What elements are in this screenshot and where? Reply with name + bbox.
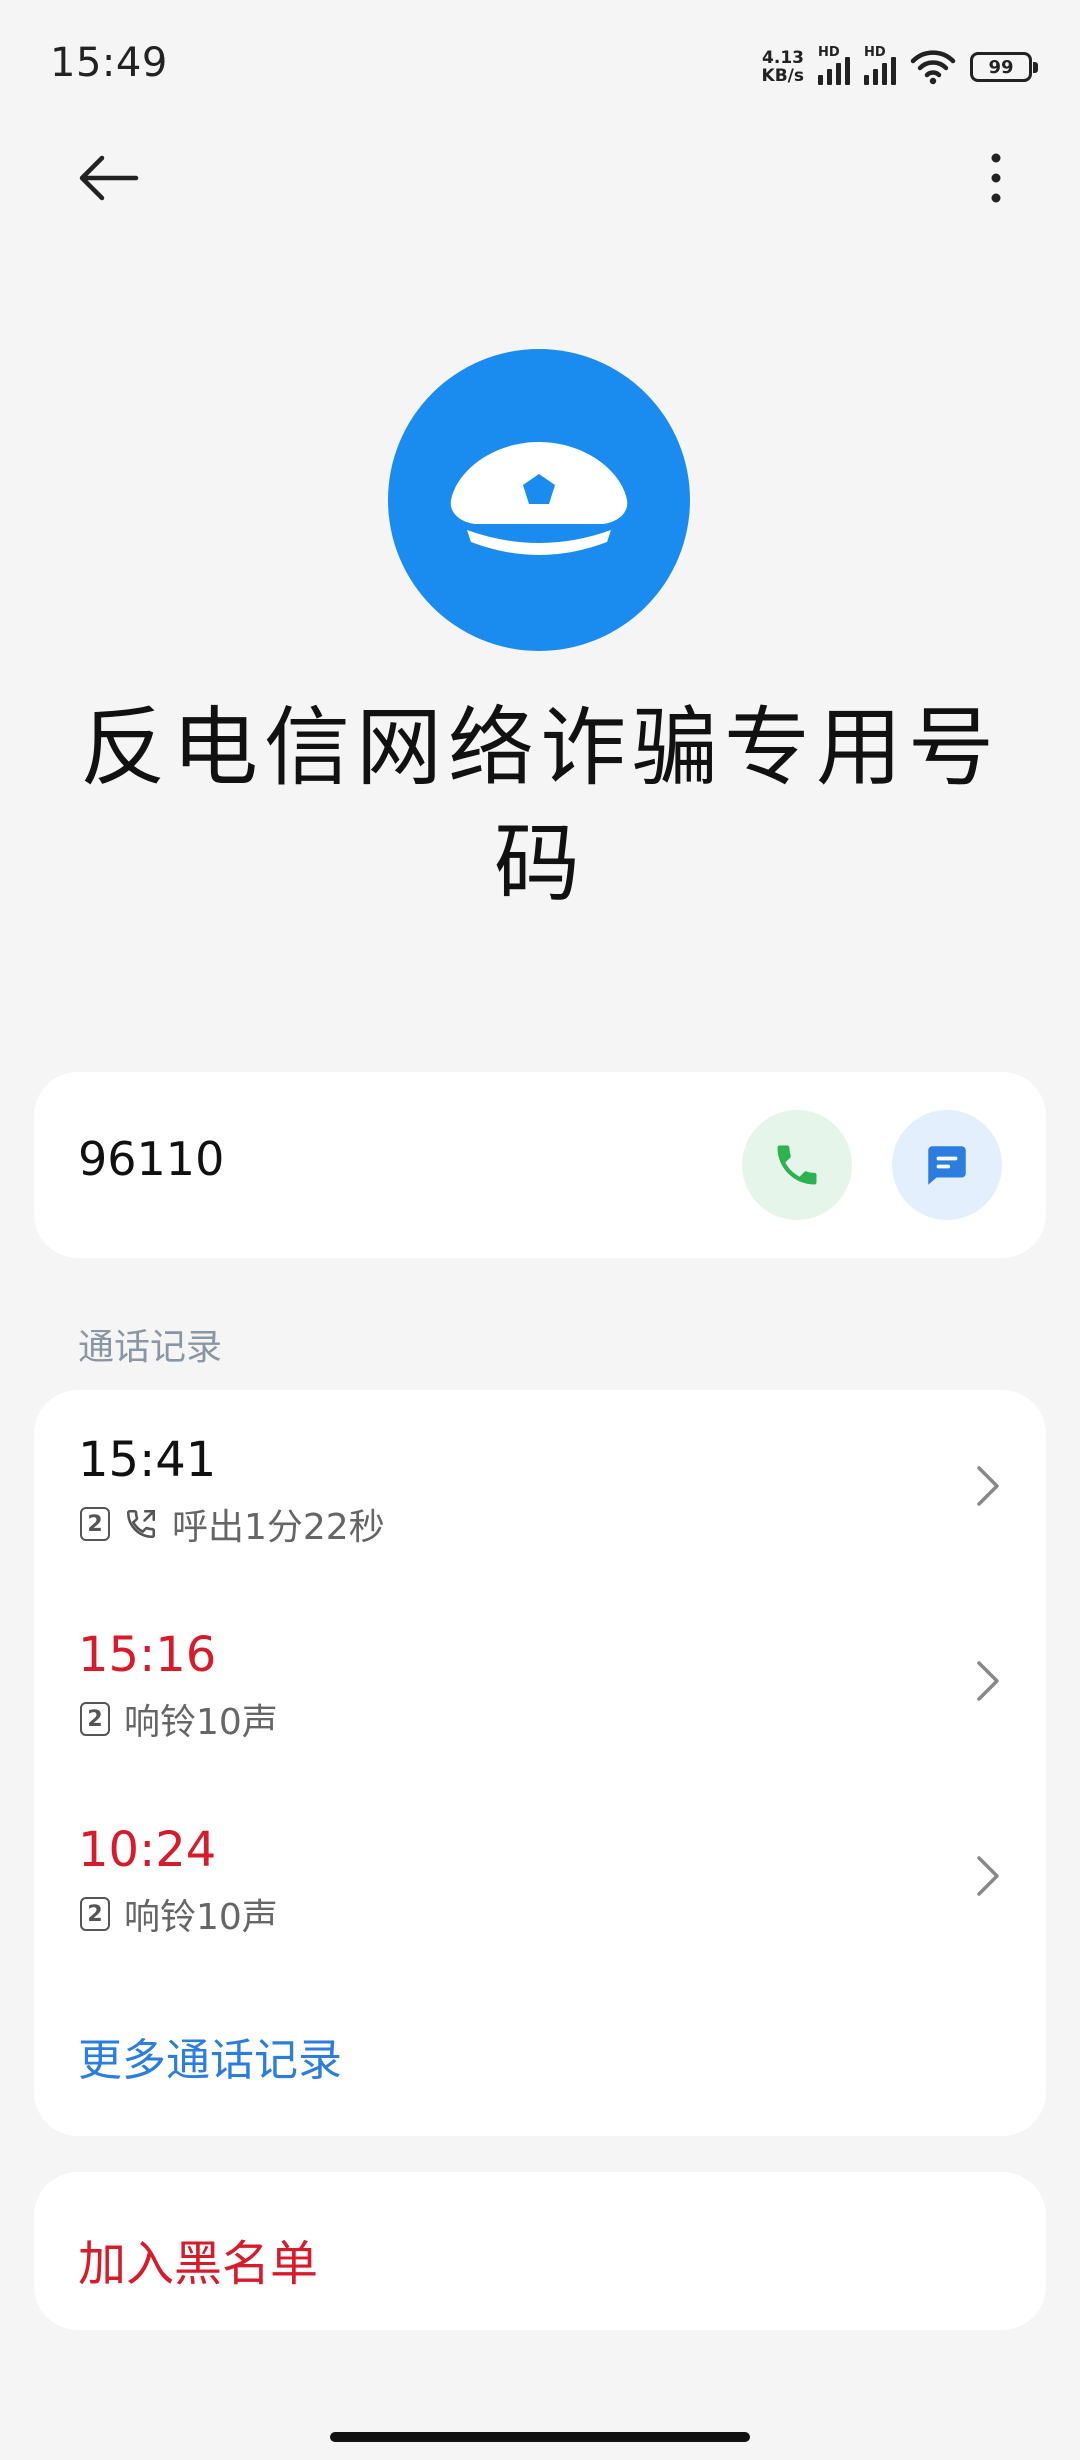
contact-name: 反电信网络诈骗专用号码	[80, 698, 1000, 914]
contact-avatar	[388, 349, 690, 651]
signal-sim1-icon: HD	[818, 45, 850, 85]
network-speed-value: 4.13	[762, 48, 804, 68]
chevron-right-icon	[968, 1848, 1008, 1904]
call-detail: 响铃10声	[124, 1702, 278, 1743]
call-time: 15:41	[78, 1432, 217, 1488]
back-button[interactable]	[68, 138, 148, 218]
sim-card-icon: 2	[80, 1897, 110, 1931]
message-icon	[928, 1146, 966, 1185]
call-detail-row: 2 呼出1分22秒	[80, 1502, 385, 1548]
phone-icon	[777, 1145, 817, 1185]
sim-card-icon: 2	[80, 1507, 110, 1541]
call-button[interactable]	[742, 1110, 852, 1220]
call-detail-row: 2 响铃10声	[80, 1697, 278, 1743]
wifi-icon	[910, 50, 956, 85]
network-speed: 4.13 KB/s	[762, 49, 804, 85]
phone-number[interactable]: 96110	[78, 1132, 224, 1186]
arrow-left-icon	[79, 155, 139, 201]
home-indicator[interactable]	[330, 2432, 750, 2442]
more-vertical-icon	[991, 153, 1001, 203]
call-time: 10:24	[78, 1822, 217, 1878]
outgoing-call-icon	[126, 1509, 156, 1539]
sim2-hd-label: HD	[864, 45, 886, 60]
call-detail: 响铃10声	[124, 1897, 278, 1938]
chevron-right-icon	[968, 1458, 1008, 1514]
call-time: 15:16	[78, 1627, 217, 1683]
sim1-hd-label: HD	[818, 45, 840, 60]
network-speed-unit: KB/s	[761, 66, 804, 86]
more-call-logs-link[interactable]: 更多通话记录	[78, 2024, 342, 2088]
call-log-entry[interactable]: 15:41 2 呼出1分22秒	[34, 1390, 1046, 1566]
battery-icon: 99	[970, 52, 1038, 82]
call-detail-row: 2 响铃10声	[80, 1892, 278, 1938]
call-log-card: 15:41 2 呼出1分22秒 15:16 2 响铃10声 10:24 2 响铃…	[34, 1390, 1046, 2136]
signal-sim2-icon: HD	[864, 45, 896, 85]
phone-number-card: 96110	[34, 1072, 1046, 1258]
more-options-button[interactable]	[956, 138, 1036, 218]
status-icons: 4.13 KB/s HD HD 99	[762, 44, 1038, 90]
police-cap-icon	[450, 442, 628, 555]
block-contact-card[interactable]: 加入黑名单	[34, 2172, 1046, 2330]
sim-card-icon: 2	[80, 1702, 110, 1736]
battery-level: 99	[988, 56, 1014, 78]
status-bar: 15:49 4.13 KB/s HD HD 99	[0, 0, 1080, 130]
call-detail: 呼出1分22秒	[172, 1507, 385, 1548]
message-button[interactable]	[892, 1110, 1002, 1220]
call-log-entry[interactable]: 10:24 2 响铃10声	[34, 1780, 1046, 1956]
call-log-section-label: 通话记录	[78, 1327, 223, 1368]
contact-detail-screen: 15:49 4.13 KB/s HD HD 99 反电信网络诈骗专用号码 961…	[0, 0, 1080, 2460]
status-time: 15:49	[50, 40, 168, 86]
call-log-entry[interactable]: 15:16 2 响铃10声	[34, 1585, 1046, 1761]
add-to-blacklist-button[interactable]: 加入黑名单	[78, 2224, 318, 2294]
chevron-right-icon	[968, 1653, 1008, 1709]
